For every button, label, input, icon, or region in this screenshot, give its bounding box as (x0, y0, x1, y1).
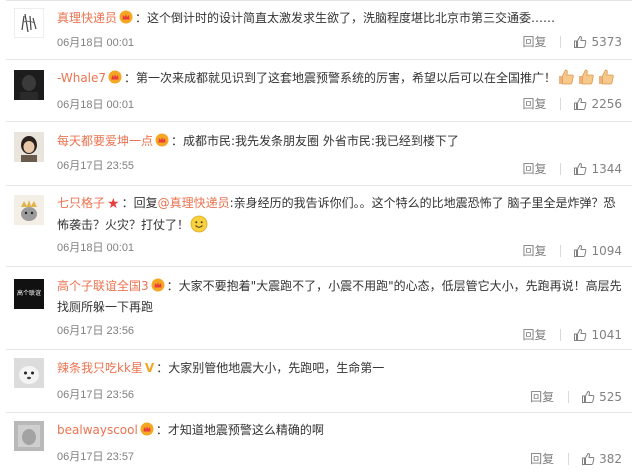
thumbs-up-icon (574, 244, 587, 257)
divider (6, 185, 632, 186)
verified-badge-icon: V (144, 361, 155, 375)
timestamp: 06月17日 23:56 (57, 325, 135, 337)
like-count: 525 (599, 389, 622, 404)
avatar[interactable] (14, 70, 44, 100)
divider (560, 244, 562, 257)
comment-actions: 回复 525 (530, 388, 622, 405)
divider (560, 35, 562, 48)
comment-feed: 真理快递员 ：这个倒计时的设计简直太激发求生欲了，洗脑程度堪比北京市第三交通委……… (0, 0, 638, 475)
like-button[interactable]: 5373 (573, 35, 622, 49)
divider (6, 59, 632, 60)
divider (560, 97, 562, 110)
like-count: 2256 (591, 96, 622, 111)
reply-button[interactable]: 回复 (530, 450, 554, 467)
thumbs-up-icon (574, 328, 587, 341)
smile-emoji-icon (190, 215, 208, 233)
comment-actions: 回复 1094 (522, 242, 622, 259)
thumbs-up-emoji-icon (599, 69, 614, 85)
reply-button[interactable]: 回复 (522, 33, 546, 50)
comment-body: 每天都要爱坤一点 ：成都市民:我先发条朋友圈 外省市民:我已经到楼下了 (57, 133, 459, 148)
timestamp: 06月18日 00:01 (57, 242, 135, 254)
divider (6, 349, 632, 350)
username-link[interactable]: 辣条我只吃kk星 (57, 361, 143, 375)
like-button[interactable]: 1041 (573, 328, 622, 342)
like-count: 1041 (591, 327, 622, 342)
comment-actions: 回复 382 (530, 450, 622, 467)
crown-icon (151, 278, 165, 292)
avatar[interactable] (14, 132, 44, 162)
timestamp: 06月17日 23:55 (57, 160, 135, 172)
username-link[interactable]: 高个子联谊全国3 (57, 279, 149, 293)
divider (560, 328, 562, 341)
thumbs-up-icon (574, 35, 587, 48)
avatar[interactable] (14, 358, 44, 388)
divider (6, 121, 632, 122)
avatar[interactable] (14, 195, 44, 225)
like-button[interactable]: 1344 (573, 162, 622, 176)
thumbs-up-icon (582, 390, 595, 403)
like-button[interactable]: 1094 (573, 244, 622, 258)
avatar-label: 高个联谊 (16, 290, 41, 297)
timestamp: 06月17日 23:56 (57, 389, 135, 401)
comment-body: bealwayscool ：才知道地震预警这么精确的啊 (57, 422, 324, 437)
comment-body: -Whale7 ：第一次来成都就见识到了这套地震预警系统的厉害，希望以后可以在全国… (57, 68, 628, 89)
divider (6, 266, 632, 267)
star-icon: ★ (107, 196, 120, 212)
timestamp: 06月18日 00:01 (57, 99, 135, 111)
reply-button[interactable]: 回复 (530, 388, 554, 405)
thumbs-up-icon (574, 162, 587, 175)
avatar[interactable]: 高个联谊 (14, 279, 44, 309)
timestamp: 06月18日 00:01 (57, 37, 135, 49)
comment-body: 真理快递员 ：这个倒计时的设计简直太激发求生欲了，洗脑程度堪比北京市第三交通委…… (57, 10, 556, 25)
divider (568, 390, 570, 403)
divider (6, 0, 632, 1)
comment-actions: 回复 1344 (522, 160, 622, 177)
reply-button[interactable]: 回复 (522, 326, 546, 343)
like-count: 5373 (591, 34, 622, 49)
crown-icon (119, 10, 133, 24)
reply-button[interactable]: 回复 (522, 160, 546, 177)
thumbs-up-icon (582, 452, 595, 465)
divider (560, 162, 562, 175)
username-link[interactable]: 七只格子 (57, 196, 105, 210)
comment-actions: 回复 5373 (522, 33, 622, 50)
like-count: 1344 (591, 161, 622, 176)
thumbs-up-emoji-icon (559, 69, 574, 85)
username-link[interactable]: 真理快递员 (57, 11, 117, 25)
timestamp: 06月17日 23:57 (57, 451, 135, 463)
reply-button[interactable]: 回复 (522, 95, 546, 112)
like-count: 382 (599, 451, 622, 466)
crown-icon (155, 133, 169, 147)
username-link[interactable]: -Whale7 (57, 71, 106, 85)
comment-actions: 回复 1041 (522, 326, 622, 343)
like-button[interactable]: 382 (581, 452, 622, 466)
like-button[interactable]: 525 (581, 390, 622, 404)
mention-link[interactable]: @真理快递员 (158, 196, 230, 210)
comment-body: 辣条我只吃kk星 V ：大家别管他地震大小，先跑吧，生命第一 (57, 358, 628, 379)
username-link[interactable]: bealwayscool (57, 423, 138, 437)
avatar[interactable] (14, 421, 44, 451)
comment-body: 七只格子 ★ ：回复@真理快递员:亲身经历的我告诉你们。。这个特么的比地震恐怖了 脑… (57, 196, 616, 233)
like-button[interactable]: 2256 (573, 97, 622, 111)
like-count: 1094 (591, 243, 622, 258)
thumbs-up-emoji-icon (579, 69, 594, 85)
thumbs-up-icon (574, 97, 587, 110)
divider (568, 452, 570, 465)
divider (6, 412, 632, 413)
comment-actions: 回复 2256 (522, 95, 622, 112)
comment-body: 高个子联谊全国3 ：大家不要抱着"大震跑不了，小震不用跑"的心态，低层管它大小，先… (57, 278, 622, 314)
crown-icon (108, 70, 122, 84)
reply-button[interactable]: 回复 (522, 242, 546, 259)
crown-icon (140, 422, 154, 436)
username-link[interactable]: 每天都要爱坤一点 (57, 134, 153, 148)
avatar[interactable] (14, 8, 44, 38)
